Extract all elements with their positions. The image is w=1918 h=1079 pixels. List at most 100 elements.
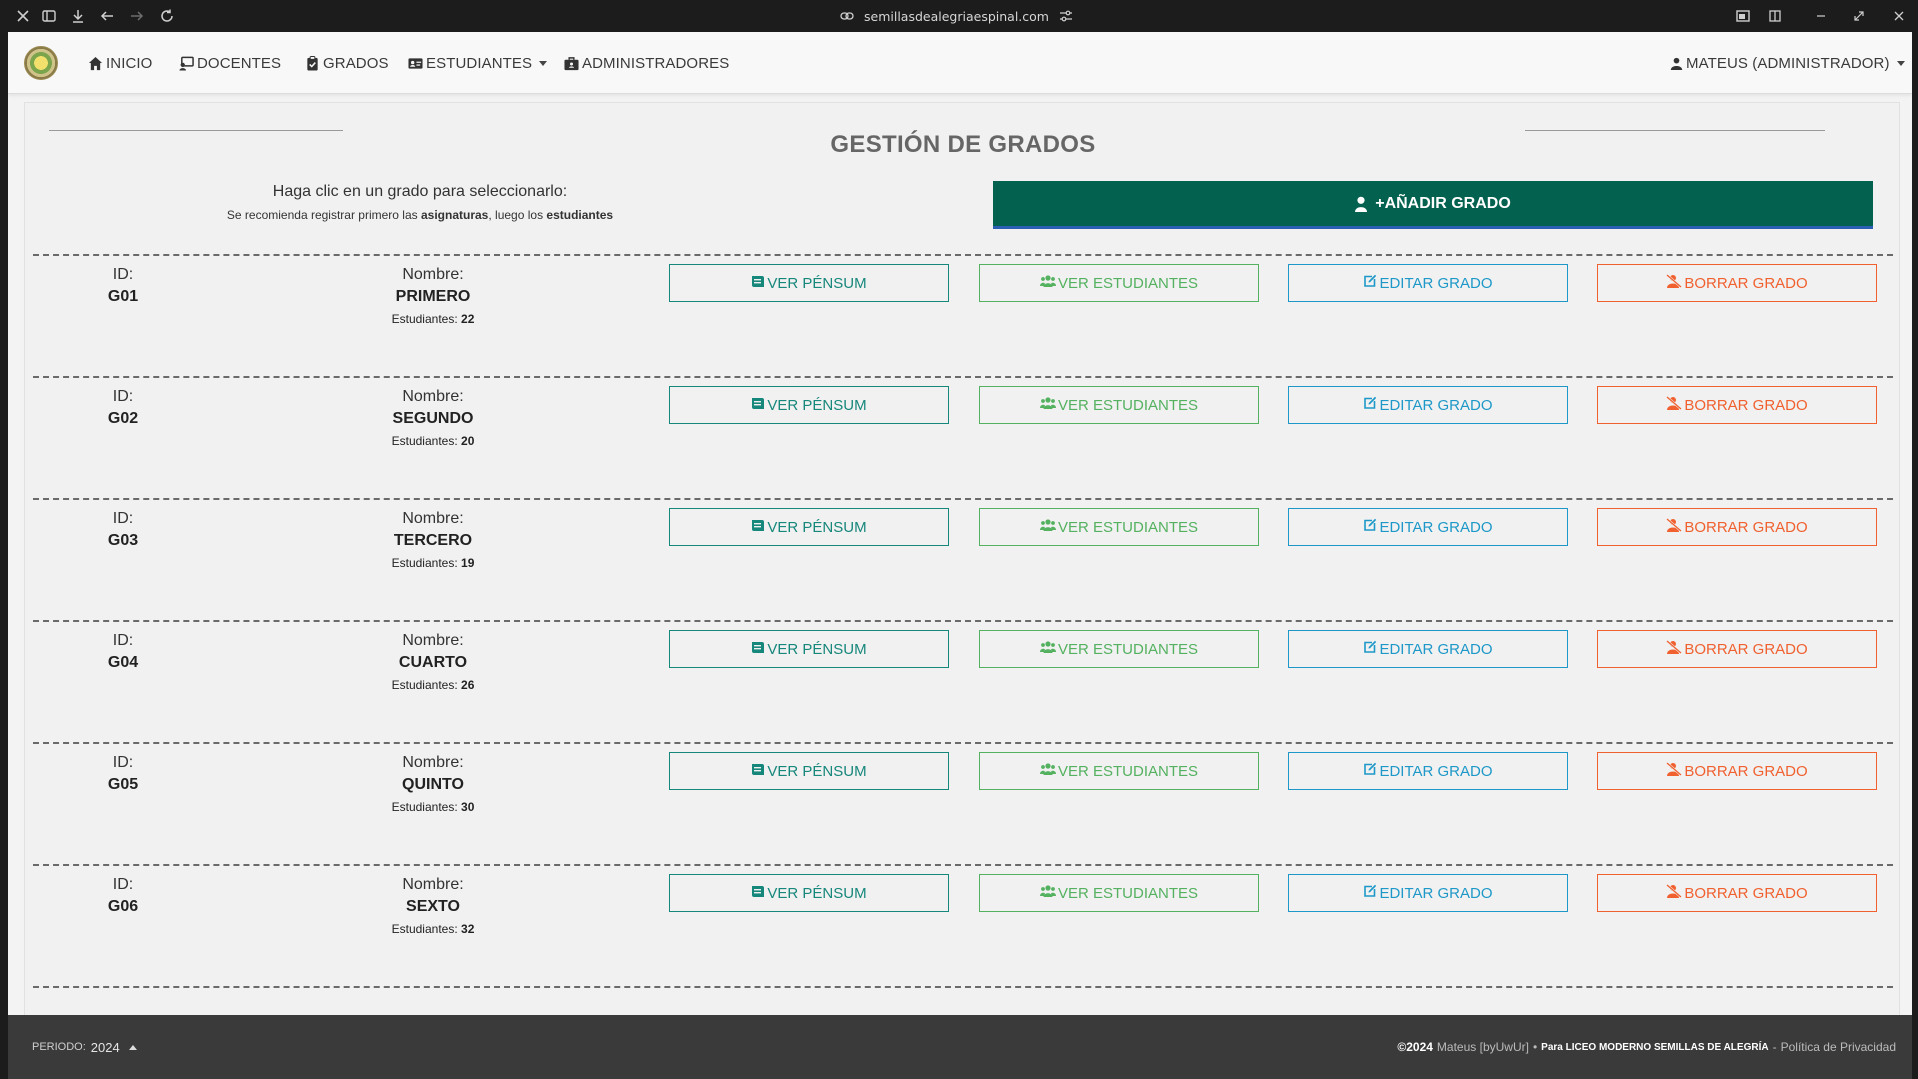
view-pensum-button[interactable]: VER PÉNSUM [669,630,949,668]
grade-id: G05 [107,776,139,793]
name-label: Nombre: [402,388,464,405]
nav-docentes[interactable]: DOCENTES [179,32,281,94]
nav-estudiantes[interactable]: ESTUDIANTES [408,32,548,94]
edit-icon [1363,396,1377,414]
nav-administradores[interactable]: ADMINISTRADORES [564,32,729,94]
grade-row[interactable]: ID: G04 Nombre: CUARTO Estudiantes: 26 V… [33,620,1893,742]
view-students-label: VER ESTUDIANTES [1057,518,1199,536]
view-pensum-button[interactable]: VER PÉNSUM [669,508,949,546]
restore-icon[interactable] [1850,7,1868,25]
download-icon[interactable] [69,7,87,25]
link-icon [840,12,854,20]
delete-grade-button[interactable]: BORRAR GRADO [1597,630,1877,668]
grade-id: G06 [107,898,139,915]
grade-row[interactable]: ID: G01 Nombre: PRIMERO Estudiantes: 22 … [33,254,1893,376]
edit-grade-button[interactable]: EDITAR GRADO [1288,874,1568,912]
student-count-value: 19 [461,556,475,570]
edit-grade-label: EDITAR GRADO [1379,518,1493,536]
grades-panel: GESTIÓN DE GRADOS Haga clic en un grado … [24,102,1900,1062]
back-icon[interactable] [98,7,116,25]
tab-layout-icon[interactable] [1734,7,1752,25]
chevron-down-icon [539,60,548,66]
view-students-button[interactable]: VER ESTUDIANTES [979,386,1259,424]
delete-grade-label: BORRAR GRADO [1684,884,1808,902]
student-count-value: 26 [461,678,475,692]
forward-icon[interactable] [128,7,146,25]
view-pensum-button[interactable]: VER PÉNSUM [669,752,949,790]
delete-grade-button[interactable]: BORRAR GRADO [1597,508,1877,546]
book-icon [751,518,765,536]
add-grade-button[interactable]: +AÑADIR GRADO [993,181,1873,229]
selection-hint: Haga clic en un grado para seleccionarlo… [25,183,815,222]
author-link[interactable]: Mateus [byUwUr] [1437,1040,1529,1054]
close-icon[interactable] [1890,7,1908,25]
delete-grade-button[interactable]: BORRAR GRADO [1597,386,1877,424]
delete-grade-button[interactable]: BORRAR GRADO [1597,264,1877,302]
view-students-button[interactable]: VER ESTUDIANTES [979,752,1259,790]
view-students-button[interactable]: VER ESTUDIANTES [979,508,1259,546]
view-pensum-label: VER PÉNSUM [767,518,867,536]
grade-row[interactable]: ID: G03 Nombre: TERCERO Estudiantes: 19 … [33,498,1893,620]
grade-row[interactable]: ID: G06 Nombre: SEXTO Estudiantes: 32 VE… [33,864,1893,986]
extensions-icon[interactable] [14,7,32,25]
period-selector[interactable]: PERIODO: 2024 [32,1015,137,1079]
student-count-value: 22 [461,312,475,326]
delete-grade-button[interactable]: BORRAR GRADO [1597,874,1877,912]
user-slash-icon [1666,274,1683,292]
edit-grade-button[interactable]: EDITAR GRADO [1288,386,1568,424]
footer-dash: - [1772,1040,1777,1054]
grade-name: QUINTO [402,776,464,793]
view-pensum-button[interactable]: VER PÉNSUM [669,386,949,424]
privacy-link[interactable]: Política de Privacidad [1781,1040,1896,1054]
student-count: Estudiantes: 22 [333,312,533,326]
grade-id: G01 [107,288,139,305]
grade-id-cell: ID: G02 [83,388,163,428]
students-label: Estudiantes: [391,678,458,692]
hint-recommendation: Se recomienda registrar primero las asig… [25,208,815,222]
view-students-button[interactable]: VER ESTUDIANTES [979,630,1259,668]
edit-grade-button[interactable]: EDITAR GRADO [1288,630,1568,668]
address-bar[interactable]: semillasdealegriaespinal.com [840,0,1073,32]
users-icon [1039,884,1056,902]
edit-grade-button[interactable]: EDITAR GRADO [1288,264,1568,302]
user-slash-icon [1666,518,1683,536]
split-view-icon[interactable] [1766,7,1784,25]
name-label: Nombre: [402,632,464,649]
nav-grados[interactable]: GRADOS [305,32,389,94]
grade-id: G03 [107,532,139,549]
home-icon [88,56,103,70]
user-slash-icon [1666,640,1683,658]
nav-inicio[interactable]: INICIO [88,32,152,94]
view-students-button[interactable]: VER ESTUDIANTES [979,874,1259,912]
school-logo[interactable] [24,46,58,80]
grade-row[interactable]: ID: G02 Nombre: SEGUNDO Estudiantes: 20 … [33,376,1893,498]
period-label: PERIODO: [32,1041,86,1053]
footer-separator: • [1532,1040,1538,1054]
minimize-icon[interactable] [1812,7,1830,25]
student-count: Estudiantes: 20 [333,434,533,448]
view-students-label: VER ESTUDIANTES [1057,884,1199,902]
chevron-down-icon [1896,60,1905,66]
view-students-button[interactable]: VER ESTUDIANTES [979,264,1259,302]
view-pensum-button[interactable]: VER PÉNSUM [669,874,949,912]
hint-main: Haga clic en un grado para seleccionarlo… [272,183,568,200]
name-label: Nombre: [402,876,464,893]
view-students-label: VER ESTUDIANTES [1057,640,1199,658]
book-icon [751,396,765,414]
grade-row[interactable]: ID: G05 Nombre: QUINTO Estudiantes: 30 V… [33,742,1893,864]
hint-bold-estudiantes: estudiantes [546,208,614,222]
edit-grade-button[interactable]: EDITAR GRADO [1288,508,1568,546]
book-icon [751,274,765,292]
view-pensum-label: VER PÉNSUM [767,762,867,780]
edit-grade-button[interactable]: EDITAR GRADO [1288,752,1568,790]
delete-grade-button[interactable]: BORRAR GRADO [1597,752,1877,790]
site-settings-icon[interactable] [1059,10,1073,22]
reload-icon[interactable] [158,7,176,25]
view-pensum-button[interactable]: VER PÉNSUM [669,264,949,302]
hint-text-2: , luego los [488,208,544,222]
user-menu[interactable]: MATEUS (ADMINISTRADOR) [1670,32,1905,94]
sidebar-toggle-icon[interactable] [40,7,58,25]
teacher-icon [179,56,194,71]
book-icon [751,640,765,658]
grade-id-cell: ID: G04 [83,632,163,672]
